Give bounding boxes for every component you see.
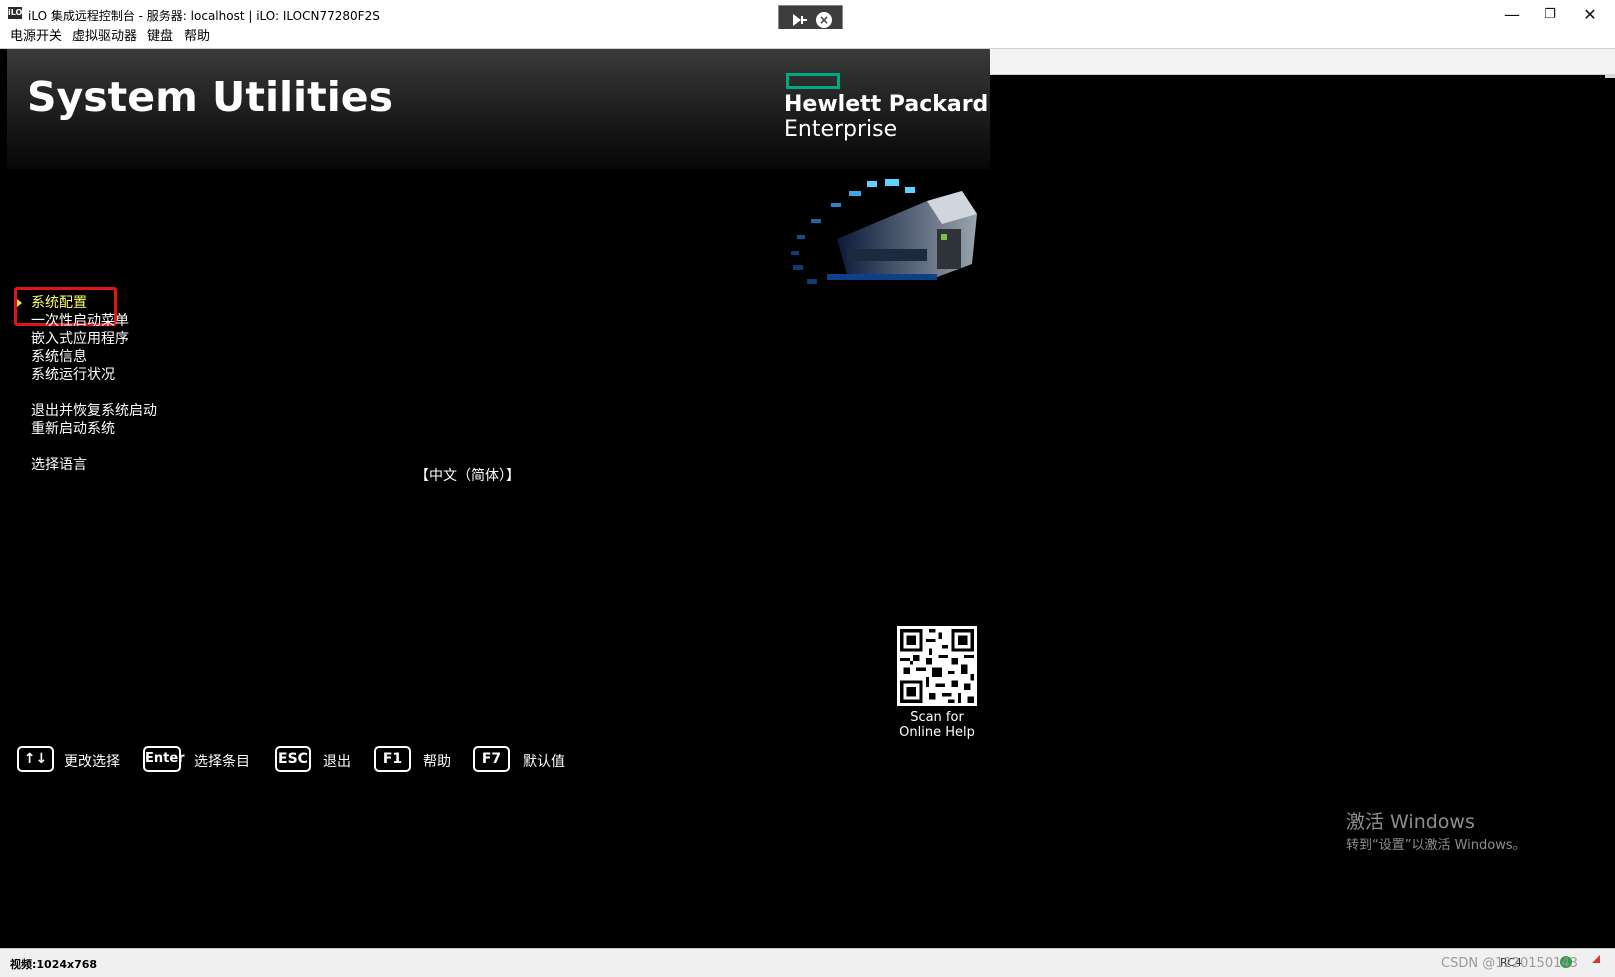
qr-caption-line1: Scan for [910, 710, 964, 725]
key-enter: Enter [143, 746, 185, 772]
key-f1-label: 帮助 [423, 754, 451, 770]
restore-button[interactable]: ❐ [1530, 4, 1570, 26]
hpe-logo-mark [786, 73, 840, 89]
qr-caption: Scan for Online Help [892, 710, 982, 740]
menu-item-system-configuration[interactable]: 系统配置 [31, 294, 87, 312]
window-title: iLO 集成远程控制台 - 服务器: localhost | iLO: ILOC… [28, 9, 380, 23]
menu-item-embedded-applications[interactable]: 嵌入式应用程序 [31, 330, 129, 348]
hpe-logo-text-line1: Hewlett Packard [784, 92, 989, 117]
qr-caption-line2: Online Help [899, 725, 975, 740]
menu-item-system-health[interactable]: 系统运行状况 [31, 366, 115, 384]
menu-power[interactable]: 电源开关 [10, 29, 62, 45]
ilo-app-icon: iLO [8, 7, 23, 19]
key-arrows: ↑↓ [17, 746, 54, 772]
minimize-button[interactable]: — [1492, 4, 1532, 26]
key-f7-label: 默认值 [523, 754, 565, 770]
key-esc-label: 退出 [323, 754, 351, 770]
menu-item-exit-resume-boot[interactable]: 退出并恢复系统启动 [31, 402, 157, 420]
windows-activation-subtitle: 转到“设置”以激活 Windows。 [1346, 838, 1526, 853]
resize-grip-icon[interactable] [1592, 955, 1600, 963]
menubar: 电源开关 虚拟驱动器 键盘 帮助 [0, 29, 1615, 49]
key-enter-label: 选择条目 [194, 754, 250, 770]
statusbar: 视频:1024x768 RC4 CSDN @1220150143 [0, 948, 1615, 977]
server-illustration [791, 179, 977, 284]
menu-help[interactable]: 帮助 [184, 29, 210, 45]
key-f7: F7 [473, 746, 510, 772]
close-circle-icon[interactable]: × [816, 12, 832, 28]
console-right-strip-edge [1605, 74, 1615, 78]
menu-item-reboot[interactable]: 重新启动系统 [31, 420, 115, 438]
hpe-logo-text-line2: Enterprise [784, 117, 898, 142]
qr-code [897, 626, 977, 706]
video-resolution-status: 视频:1024x768 [10, 958, 98, 971]
key-esc: ESC [275, 746, 311, 772]
menu-virtual-drives[interactable]: 虚拟驱动器 [72, 29, 137, 45]
key-arrows-label: 更改选择 [64, 754, 120, 770]
menu-keyboard[interactable]: 键盘 [147, 29, 173, 45]
console-right-strip [990, 49, 1615, 75]
page-title: System Utilities [27, 73, 393, 121]
menu-item-system-information[interactable]: 系统信息 [31, 348, 87, 366]
selection-arrow-icon [17, 299, 22, 307]
windows-activation-title: 激活 Windows [1346, 811, 1475, 833]
csdn-watermark: CSDN @1220150143 [1441, 956, 1578, 971]
menu-item-one-time-boot[interactable]: 一次性启动菜单 [31, 312, 129, 330]
close-button[interactable]: ✕ [1570, 4, 1610, 26]
language-value[interactable]: 【中文（简体）】 [415, 465, 520, 485]
key-f1: F1 [374, 746, 411, 772]
menu-item-select-language[interactable]: 选择语言 [31, 456, 87, 474]
bios-screen: System Utilities Hewlett Packard Enterpr… [7, 49, 990, 948]
pin-icon[interactable] [792, 13, 808, 27]
